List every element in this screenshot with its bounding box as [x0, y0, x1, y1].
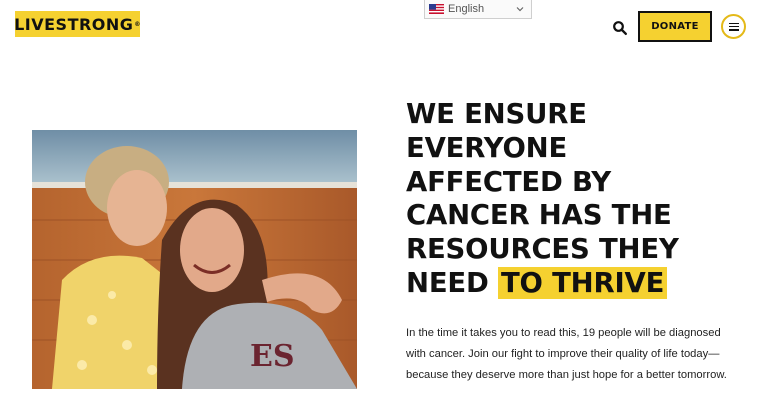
- search-icon[interactable]: [612, 20, 628, 36]
- headline-line: CANCER HAS THE: [406, 199, 672, 232]
- logo-text: LIVESTRONG: [14, 14, 134, 34]
- language-selector[interactable]: English: [424, 0, 532, 19]
- livestrong-logo[interactable]: LIVESTRONG ®: [14, 11, 141, 37]
- svg-text:ES: ES: [250, 339, 295, 374]
- hero-image: ES: [32, 130, 357, 389]
- donate-button[interactable]: DONATE: [638, 11, 712, 42]
- menu-button[interactable]: [721, 14, 746, 39]
- headline-highlight: TO THRIVE: [498, 266, 668, 299]
- headline-line: EVERYONE: [406, 131, 568, 164]
- hamburger-menu-icon: [728, 22, 739, 31]
- chevron-down-icon: [516, 7, 524, 12]
- hero-body-text: In the time it takes you to read this, 1…: [406, 327, 727, 381]
- headline-prefix: NEED: [406, 266, 498, 299]
- logo-mark: ®: [134, 20, 141, 28]
- hero-photo-illustration: ES: [32, 130, 357, 389]
- hero-headline: WE ENSURE EVERYONE AFFECTED BY CANCER HA…: [406, 98, 756, 301]
- headline-line-last: NEED TO THRIVE: [406, 266, 756, 301]
- headline-line: RESOURCES THEY: [406, 233, 679, 266]
- headline-line: AFFECTED BY: [406, 165, 611, 198]
- headline-line: WE ENSURE: [406, 98, 587, 130]
- language-label: English: [448, 3, 485, 15]
- us-flag-icon: [429, 4, 444, 14]
